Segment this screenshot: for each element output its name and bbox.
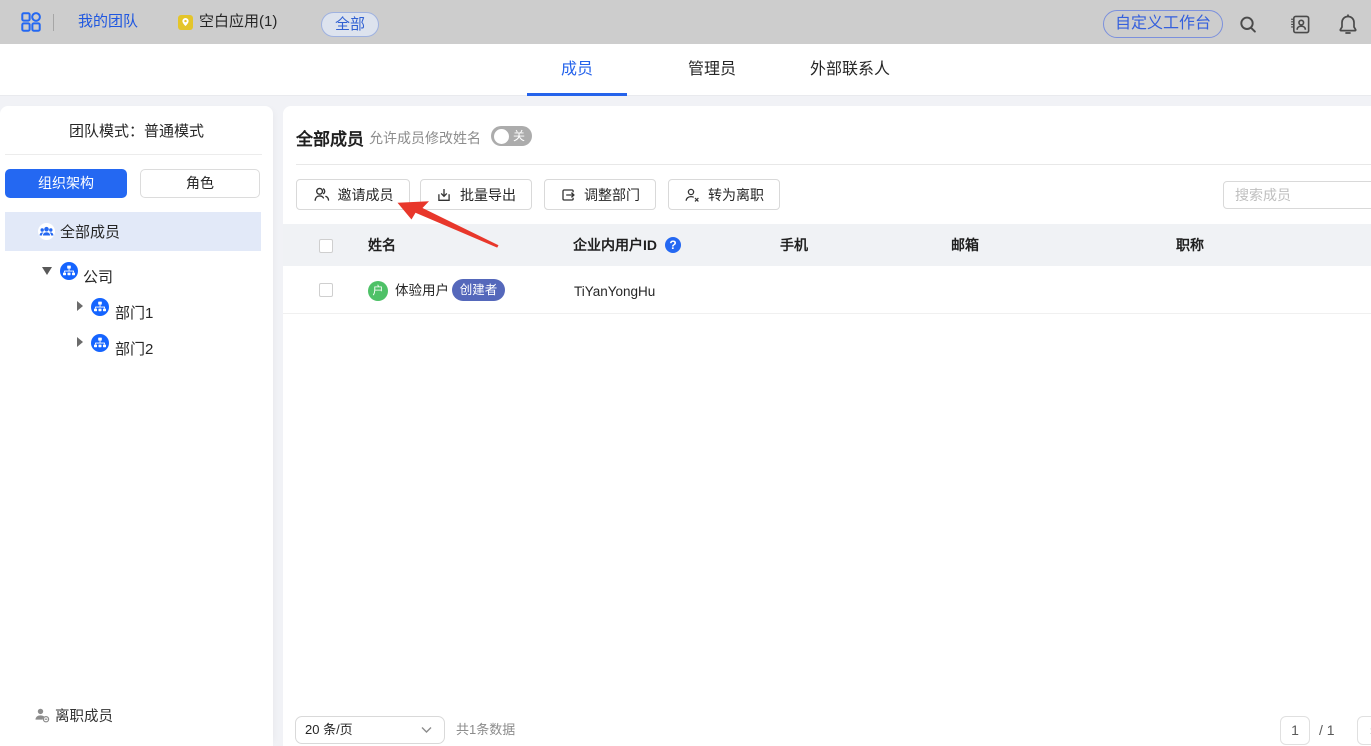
svg-text:?: ?: [669, 238, 676, 252]
